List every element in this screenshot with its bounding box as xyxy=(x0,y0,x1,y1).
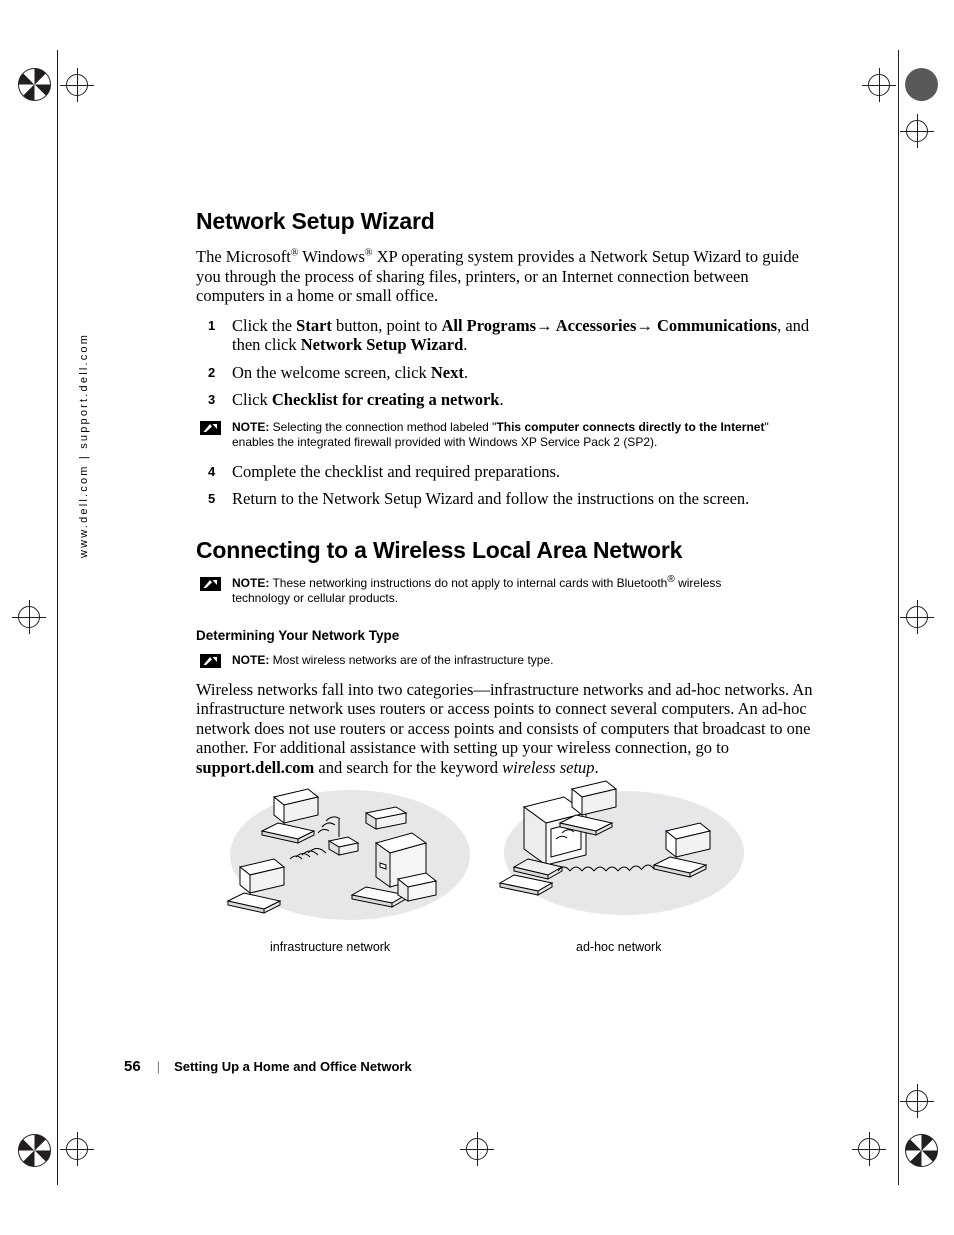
note-firewall-line2: enables the integrated firewall provided… xyxy=(232,434,658,449)
section-title-determining-type: Determining Your Network Type xyxy=(196,627,400,643)
step-plain-text: . xyxy=(463,335,468,354)
registration-pie-bottom-right xyxy=(905,1134,938,1167)
step-bold-term: Next xyxy=(430,362,464,382)
note-icon xyxy=(200,576,221,591)
step-text: Return to the Network Setup Wizard and f… xyxy=(232,489,749,508)
registration-crosshair-v-bc xyxy=(476,1132,478,1166)
figure-caption-adhoc: ad-hoc network xyxy=(576,940,662,954)
wireless-part2: and search for the keyword xyxy=(314,757,503,777)
step-plain-text: button, point to xyxy=(331,315,442,335)
note-icon xyxy=(200,420,221,435)
page-title-connecting-wireless: Connecting to a Wireless Local Area Netw… xyxy=(196,536,683,563)
note-firewall-text-c: " xyxy=(764,419,769,434)
step-plain-text: Return to the Network Setup Wizard and f… xyxy=(232,489,750,508)
registration-crosshair-v-tr xyxy=(878,68,880,102)
step-number: 2 xyxy=(208,364,216,380)
note-infrastructure-text: Most wireless networks are of the infras… xyxy=(269,652,554,667)
wireless-keyword: wireless setup xyxy=(502,757,595,777)
figure-caption-infrastructure: infrastructure network xyxy=(270,940,391,954)
intro-part1: The Microsoft xyxy=(196,247,291,266)
intro-part2: Windows xyxy=(298,247,365,266)
registration-crosshair-v-tl xyxy=(76,68,78,102)
step-bold-term: Communications xyxy=(652,315,778,335)
crop-line-left-vertical xyxy=(57,50,58,1185)
wireless-support-link: support.dell.com xyxy=(196,757,315,777)
step-bold-term: Checklist for creating a network xyxy=(271,390,500,409)
wireless-paragraph: Wireless networks fall into two categori… xyxy=(196,680,816,778)
intro-paragraph: The Microsoft® Windows® XP operating sys… xyxy=(196,247,816,306)
footer-page-number: 56 xyxy=(124,1058,141,1075)
steps-list-continued: 4 Complete the checklist and required pr… xyxy=(196,462,816,509)
step-number: 5 xyxy=(208,491,216,506)
document-content: Network Setup Wizard The Microsoft ® Wind… xyxy=(196,208,816,783)
page-title-network-setup-wizard: Network Setup Wizard xyxy=(196,208,435,234)
list-item: 5 Return to the Network Setup Wizard and… xyxy=(196,489,816,509)
registration-crosshair-v-br xyxy=(868,1132,870,1166)
list-item: 1 Click the Start button, point to All P… xyxy=(196,316,816,355)
footer-separator: | xyxy=(156,1059,161,1074)
step-plain-text: On the welcome screen, click xyxy=(232,362,431,382)
step-plain-text: . xyxy=(463,362,468,382)
step-plain-text: Click the xyxy=(232,315,297,335)
step-text: Click Checklist for creating a network. xyxy=(232,390,504,409)
wireless-part1: Wireless networks fall into two categori… xyxy=(196,679,813,758)
step-bold-term: Accessories xyxy=(552,315,637,335)
registration-dot-top-right xyxy=(905,68,938,101)
note-bluetooth: NOTE: These networking instructions do n… xyxy=(196,573,816,606)
registration-crosshair-v-bl xyxy=(76,1132,78,1166)
network-diagram-figure: infrastructure network ad-hoc network xyxy=(226,775,796,965)
list-item: 3 Click Checklist for creating a network… xyxy=(196,390,816,410)
step-plain-text: Click xyxy=(232,390,272,409)
step-plain-text: Complete the checklist and required prep… xyxy=(232,461,561,481)
registration-pie-bottom-left xyxy=(18,1134,51,1167)
note-bluetooth-text-a: These networking instructions do not app… xyxy=(269,575,668,590)
registration-crosshair-v-mr xyxy=(916,600,918,634)
side-url-text: www.dell.com | support.dell.com xyxy=(78,332,90,558)
registration-crosshair-v-ur xyxy=(916,114,918,148)
note-label: NOTE: xyxy=(232,419,270,434)
step-bold-term: All Programs xyxy=(441,315,537,335)
step-text: Complete the checklist and required prep… xyxy=(232,462,560,481)
registered-mark-3: ® xyxy=(667,573,675,585)
note-firewall-text-a: Selecting the connection method labeled … xyxy=(269,419,497,434)
note-firewall-text-b: This computer connects directly to the I… xyxy=(496,419,765,434)
note-bluetooth-text-b: wireless xyxy=(674,575,722,590)
footer-chapter-title: Setting Up a Home and Office Network xyxy=(174,1059,412,1074)
steps-list: 1 Click the Start button, point to All P… xyxy=(196,316,816,410)
registered-mark-2: ® xyxy=(364,247,373,259)
step-number: 4 xyxy=(208,463,216,479)
crop-line-right-vertical xyxy=(898,50,899,1185)
note-label: NOTE: xyxy=(232,652,270,667)
menu-arrow-icon: → xyxy=(636,315,653,335)
step-text: On the welcome screen, click Next. xyxy=(232,363,468,382)
registration-pie-top-left xyxy=(18,68,51,101)
network-diagram-svg xyxy=(226,780,744,920)
step-bold-term: Network Setup Wizard xyxy=(300,335,464,354)
registration-crosshair-v-lr xyxy=(916,1084,918,1118)
step-number: 1 xyxy=(208,317,216,333)
wireless-part3: . xyxy=(594,757,599,777)
step-text: Click the Start button, point to All Pro… xyxy=(232,316,809,355)
step-plain-text: . xyxy=(499,390,504,409)
note-firewall: NOTE: Selecting the connection method la… xyxy=(196,420,816,450)
note-infrastructure: NOTE: Most wireless networks are of the … xyxy=(196,653,816,668)
note-bluetooth-line2: technology or cellular products. xyxy=(232,590,399,605)
registration-crosshair-v-ml xyxy=(28,600,30,634)
menu-arrow-icon: → xyxy=(536,315,553,335)
note-icon xyxy=(200,653,221,668)
list-item: 2 On the welcome screen, click Next. xyxy=(196,363,816,383)
note-label: NOTE: xyxy=(232,575,270,590)
step-bold-term: Start xyxy=(296,315,332,335)
step-number: 3 xyxy=(208,392,216,407)
list-item: 4 Complete the checklist and required pr… xyxy=(196,462,816,482)
page-footer: 56 | Setting Up a Home and Office Networ… xyxy=(124,1058,412,1075)
